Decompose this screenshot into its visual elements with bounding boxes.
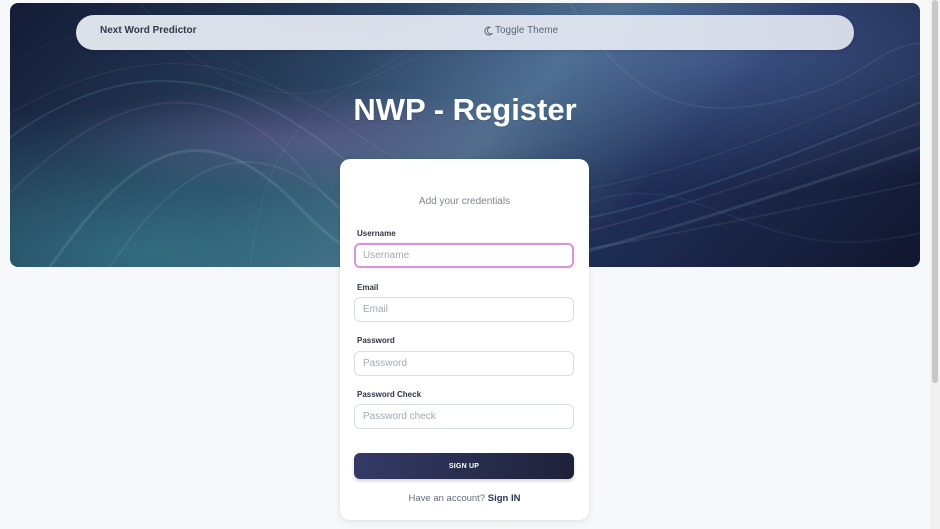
register-page: Next Word Predictor Toggle Theme NWP - R…	[0, 0, 940, 529]
toggle-theme-button[interactable]: Toggle Theme	[483, 25, 558, 36]
brand-link[interactable]: Next Word Predictor	[100, 25, 197, 36]
account-prompt-text: Have an account?	[408, 493, 488, 504]
password-label: Password	[357, 336, 395, 345]
email-input[interactable]	[354, 297, 574, 322]
account-prompt-line: Have an account? Sign IN	[340, 493, 589, 504]
password-check-input[interactable]	[354, 404, 574, 429]
email-label: Email	[357, 283, 379, 292]
sign-up-button[interactable]: SIGN UP	[354, 453, 574, 479]
sign-in-link[interactable]: Sign IN	[488, 493, 521, 504]
username-label: Username	[357, 229, 396, 238]
page-title: NWP - Register	[353, 91, 577, 127]
credentials-subtitle: Add your credentials	[418, 196, 511, 207]
moon-icon	[484, 26, 493, 36]
vertical-scrollbar[interactable]	[930, 0, 940, 529]
password-check-label: Password Check	[357, 390, 422, 399]
scrollbar-thumb[interactable]	[932, 0, 938, 383]
register-card: Add your credentials Username Email Pass…	[340, 159, 589, 520]
username-input[interactable]	[354, 243, 574, 268]
toggle-theme-label: Toggle Theme	[495, 25, 559, 36]
password-input[interactable]	[354, 351, 574, 376]
top-navbar: Next Word Predictor Toggle Theme	[76, 15, 854, 50]
